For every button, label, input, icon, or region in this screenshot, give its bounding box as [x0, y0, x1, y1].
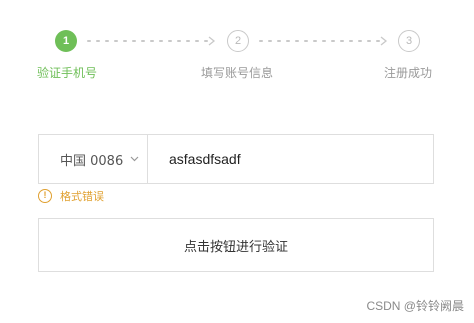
chevron-down-icon: [130, 156, 139, 162]
step-3-label: 注册成功: [384, 66, 433, 80]
step-connector-2: [259, 36, 388, 46]
register-page: 1 2 3 验证手机号 填写账号信息 注册成功 中国 0086 ! 格式错误 点…: [0, 0, 474, 323]
country-code-value: 中国 0086: [60, 153, 124, 169]
country-code-select[interactable]: 中国 0086: [39, 135, 148, 183]
watermark: CSDN @铃铃阙晨: [366, 299, 464, 313]
phone-number-input[interactable]: [148, 135, 433, 183]
phone-input-group: 中国 0086: [38, 134, 434, 184]
step-connector-1: [87, 36, 216, 46]
verify-button-label: 点击按钮进行验证: [183, 239, 288, 255]
verify-button[interactable]: 点击按钮进行验证: [38, 218, 434, 272]
warning-circle-icon: !: [38, 189, 52, 203]
step-1-label: 验证手机号: [37, 66, 98, 80]
step-2-label: 填写账号信息: [201, 66, 274, 80]
error-message: 格式错误: [60, 190, 104, 203]
phone-error: ! 格式错误: [38, 188, 104, 204]
step-1-circle: 1: [55, 30, 77, 52]
step-3-circle: 3: [398, 30, 420, 52]
step-2-circle: 2: [227, 30, 249, 52]
